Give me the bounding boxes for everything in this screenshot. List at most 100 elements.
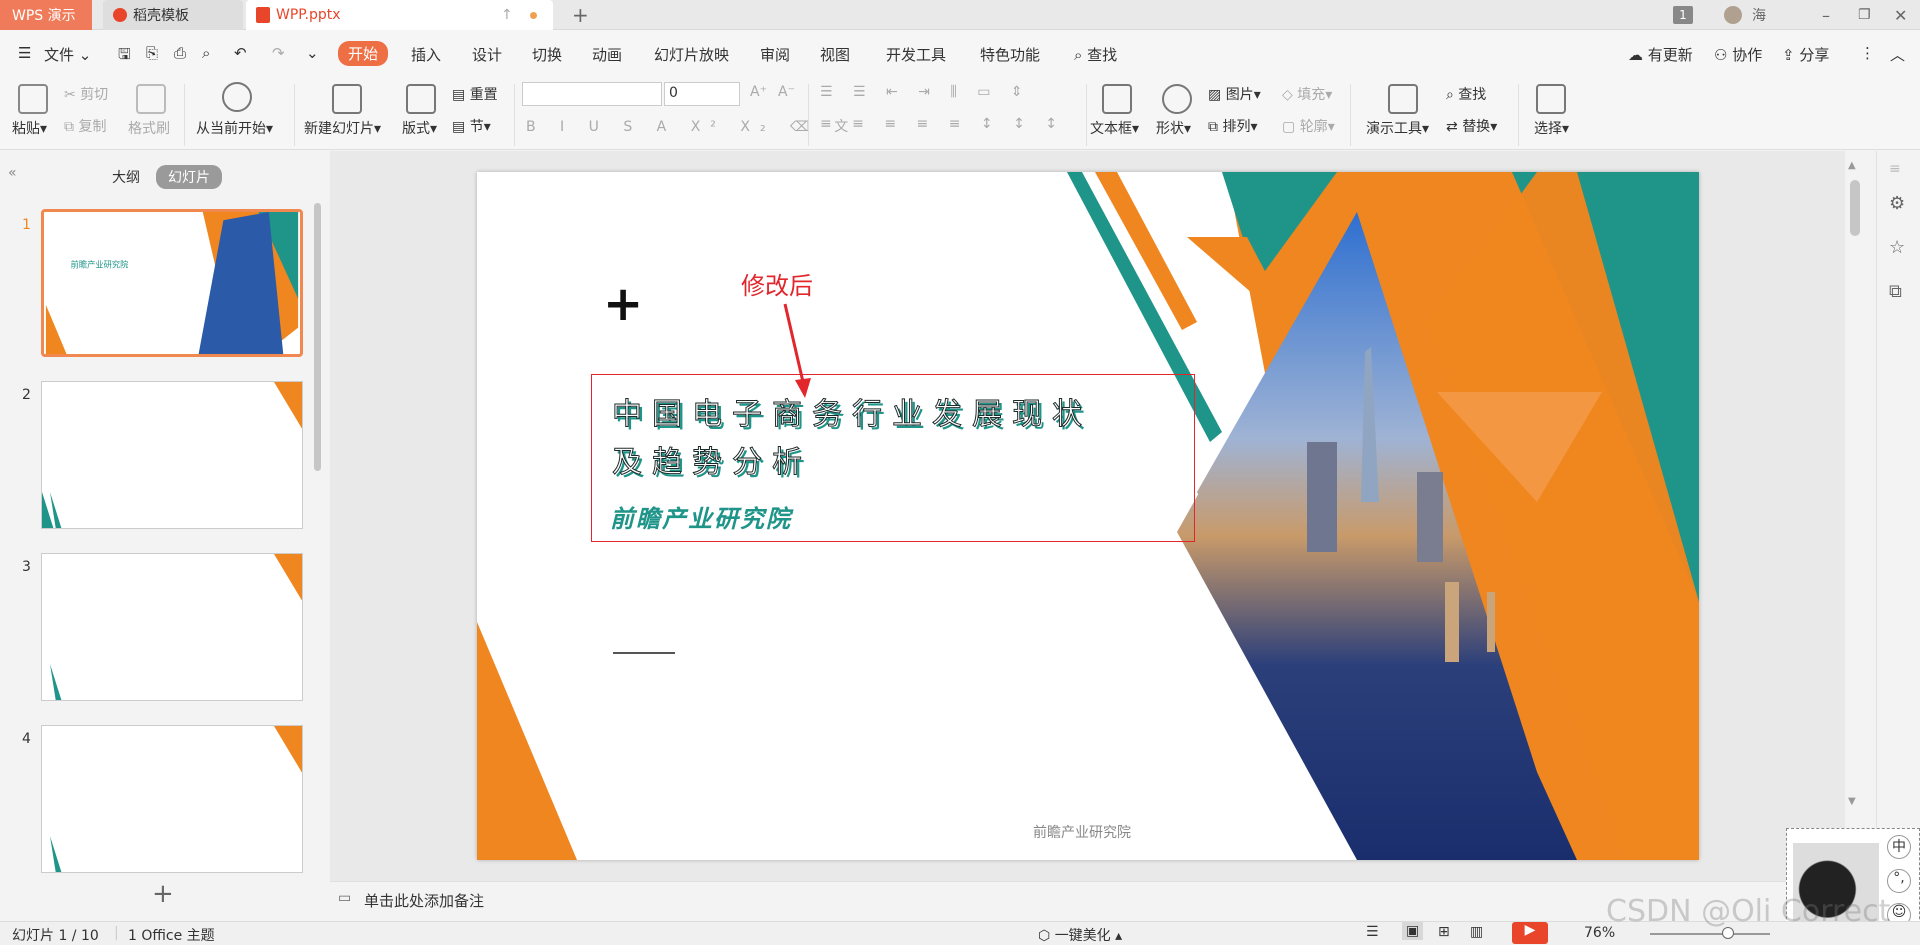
tab-document[interactable]: WPP.pptx ↑ [246,0,553,30]
find-button[interactable]: ⌕ 查找 [1446,84,1486,104]
tab-docer-templates[interactable]: 稻壳模板 [103,0,243,30]
menu-design[interactable]: 设计 [472,44,502,65]
replace-button[interactable]: ⇄ 替换▾ [1446,116,1497,136]
picture-button[interactable]: ▨ 图片▾ [1208,84,1261,104]
new-slide-button[interactable]: 新建幻灯片▾ [304,118,381,138]
scroll-down-icon[interactable]: ▼ [1848,796,1856,807]
print-preview-icon[interactable]: ⌕ [202,44,210,62]
menu-review[interactable]: 审阅 [760,44,790,65]
tab-slides[interactable]: 幻灯片 [156,165,222,189]
font-name-select[interactable] [522,82,662,106]
beautify-button[interactable]: ⬡ 一键美化 ▴ [1038,925,1122,945]
share-button[interactable]: ⇪ 分享 [1782,44,1829,65]
select-icon[interactable] [1536,84,1566,114]
format-painter-button[interactable]: 格式刷 [128,118,170,138]
star-icon[interactable]: ☆ [1889,237,1905,258]
zoom-slider[interactable] [1650,933,1770,935]
slide-thumbnail-2[interactable] [41,381,303,529]
menu-search[interactable]: ⌕ 查找 [1074,44,1117,65]
scroll-thumb[interactable] [1850,180,1860,236]
menu-animation[interactable]: 动画 [592,44,622,65]
add-slide-icon[interactable]: + [152,879,174,909]
minimize-icon[interactable]: – [1822,6,1830,25]
select-button[interactable]: 选择▾ [1534,118,1569,138]
title-bar: WPS 演示 稻壳模板 WPP.pptx ↑ + 1 海 – ❐ ✕ [0,0,1920,30]
copy-button[interactable]: ⧉ 复制 [64,116,106,136]
shape-icon[interactable] [1162,84,1192,114]
sorter-view-icon[interactable]: ⊞ [1438,924,1450,940]
redo-icon[interactable]: ↷ [272,44,285,62]
tab-wps-presentation[interactable]: WPS 演示 [0,0,92,30]
update-button[interactable]: ☁ 有更新 [1628,44,1693,65]
arrange-button[interactable]: ⧉ 排列▾ [1208,116,1257,136]
save-icon[interactable]: 🖫 [118,44,131,69]
menu-file[interactable]: 文件 ⌄ [44,44,91,65]
menu-home[interactable]: 开始 [338,41,389,66]
export-icon[interactable]: ⎘ [146,44,158,62]
menu-special[interactable]: 特色功能 [980,44,1040,65]
panel-scrollbar[interactable] [314,203,321,471]
properties-icon[interactable]: ⚙ [1889,193,1905,214]
play-from-current-icon[interactable] [222,82,252,112]
normal-view-icon[interactable]: ▣ [1402,922,1424,940]
ime-chinese-toggle[interactable]: 中 [1887,835,1911,859]
collapse-panel-icon[interactable]: « [8,165,17,181]
reset-button[interactable]: ▤ 重置 [452,84,498,104]
sidebar-handle-icon[interactable]: ≡ [1889,161,1901,177]
canvas-scrollbar[interactable]: ▲ ▼ [1848,160,1860,810]
title-box[interactable]: 中国电子商务行业发展现状 及趋势分析 前瞻产业研究院 [591,374,1195,542]
from-current-button[interactable]: 从当前开始▾ [196,118,273,138]
scroll-up-icon[interactable]: ▲ [1848,160,1856,171]
menu-developer[interactable]: 开发工具 [886,44,946,65]
section-button[interactable]: ▤ 节▾ [452,116,491,136]
present-tools-button[interactable]: 演示工具▾ [1366,118,1429,138]
ime-punct-toggle[interactable]: °, [1887,869,1911,893]
outline-button[interactable]: ▢ 轮廓▾ [1282,116,1335,136]
shape-button[interactable]: 形状▾ [1156,118,1191,138]
list-icons[interactable]: ☰ ☰ ⇤ ⇥ ⫼ ▭ ⇕ [820,84,1031,100]
paste-icon[interactable] [18,84,48,114]
present-tools-icon[interactable] [1388,84,1418,114]
animation-icon[interactable]: ⧉ [1889,281,1902,302]
layout-icon[interactable] [406,84,436,114]
upload-icon[interactable]: ↑ [501,7,513,23]
restore-icon[interactable]: ❐ [1858,6,1871,24]
collab-button[interactable]: ⚇ 协作 [1714,44,1762,65]
cut-button[interactable]: ✂ 剪切 [64,84,108,104]
avatar[interactable] [1724,6,1742,24]
tab-outline[interactable]: 大纲 [112,167,140,187]
notes-toggle-icon[interactable]: ☰ [1366,924,1379,940]
slide-thumbnail-4[interactable] [41,725,303,873]
layout-button[interactable]: 版式▾ [402,118,437,138]
new-tab-icon[interactable]: + [572,3,589,27]
slide-canvas[interactable]: + 修改后 中国电子商务行业发展现状 及趋势分析 前瞻产业研究院 前瞻产业研究院 [477,172,1699,860]
user-badge[interactable]: 1 [1673,6,1693,24]
textbox-icon[interactable] [1102,84,1132,114]
menu-insert[interactable]: 插入 [411,44,441,65]
font-shrink-icon[interactable]: A⁻ [778,84,795,100]
textbox-button[interactable]: 文本框▾ [1090,118,1139,138]
hamburger-icon[interactable]: ☰ [18,44,31,62]
font-size-select[interactable]: 0 [664,82,740,106]
undo-icon[interactable]: ↶ [234,44,247,62]
slide-thumbnail-1[interactable]: 前瞻产业研究院 [41,209,303,357]
more-icon[interactable]: ⋮ [1860,44,1875,62]
reading-view-icon[interactable]: ▥ [1470,924,1483,940]
notes-placeholder[interactable]: 单击此处添加备注 [364,890,484,911]
slide-thumbnail-3[interactable] [41,553,303,701]
print-icon[interactable]: ⎙ [174,44,186,62]
paste-button[interactable]: 粘贴▾ [12,118,47,138]
align-icons[interactable]: ≡ ≡ ≡ ≡ ≡ ↕ ↕ ↕ [820,116,1065,132]
customize-icon[interactable]: ⌄ [306,44,319,62]
menu-transition[interactable]: 切换 [532,44,562,65]
format-painter-icon[interactable] [136,84,166,114]
menu-slideshow[interactable]: 幻灯片放映 [654,44,729,65]
close-icon[interactable]: ✕ [1894,6,1907,25]
new-slide-icon[interactable] [332,84,362,114]
collapse-ribbon-icon[interactable]: ︿ [1890,44,1905,65]
fill-button[interactable]: ◇ 填充▾ [1282,84,1332,104]
font-grow-icon[interactable]: A⁺ [750,84,767,100]
theme-name: 1 Office 主题 [128,928,215,944]
play-button[interactable]: ▶ [1512,922,1548,944]
menu-view[interactable]: 视图 [820,44,850,65]
